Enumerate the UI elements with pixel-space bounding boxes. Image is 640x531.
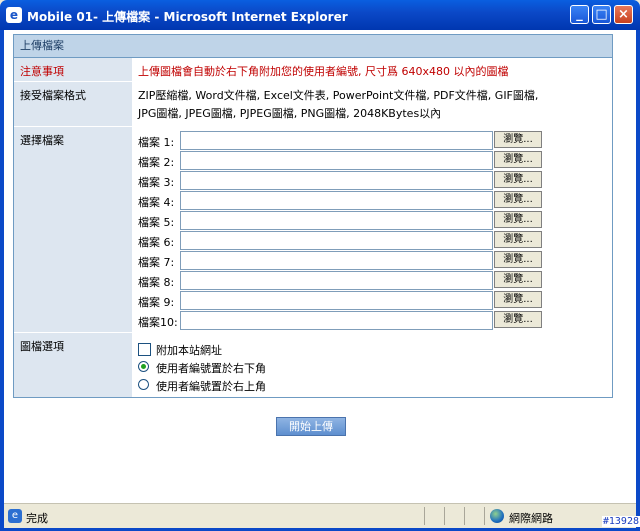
status-divider <box>464 507 465 525</box>
file-input-3[interactable] <box>180 171 493 190</box>
zone-text: 網際網路 <box>509 512 553 525</box>
top-right-radio[interactable] <box>138 379 149 390</box>
file-label: 檔案 3: <box>138 176 175 189</box>
internet-zone-icon <box>490 509 504 523</box>
file-label: 檔案 1: <box>138 136 175 149</box>
window-title: Mobile 01- 上傳檔案 - Microsoft Internet Exp… <box>27 10 348 24</box>
browse-button-2[interactable]: 瀏覽... <box>494 151 542 168</box>
accepted-formats-row: 接受檔案格式 ZIP壓縮檔, Word文件檔, Excel文件表, PowerP… <box>14 82 612 126</box>
file-input-5[interactable] <box>180 211 493 230</box>
image-options-row: 圖檔選項 附加本站網址 使用者編號置於右下角 使用者編號置於右上角 <box>14 333 612 397</box>
file-label: 檔案 4: <box>138 196 175 209</box>
image-options: 附加本站網址 使用者編號置於右下角 使用者編號置於右上角 <box>132 333 612 397</box>
page-content: 上傳檔案 注意事項 上傳圖檔會自動於右下角附加您的使用者編號, 尺寸爲 640x… <box>4 30 636 503</box>
top-right-label: 使用者編號置於右上角 <box>156 380 266 393</box>
add-site-url-label: 附加本站網址 <box>156 344 222 357</box>
notice-row: 注意事項 上傳圖檔會自動於右下角附加您的使用者編號, 尺寸爲 640x480 以… <box>14 58 612 81</box>
title-bar: e Mobile 01- 上傳檔案 - Microsoft Internet E… <box>0 0 640 30</box>
bottom-right-label: 使用者編號置於右下角 <box>156 362 266 375</box>
file-input-4[interactable] <box>180 191 493 210</box>
file-input-9[interactable] <box>180 291 493 310</box>
file-input-2[interactable] <box>180 151 493 170</box>
choose-files-label: 選擇檔案 <box>14 127 132 332</box>
add-site-url-checkbox[interactable] <box>138 343 151 356</box>
file-input-1[interactable] <box>180 131 493 150</box>
status-divider <box>484 507 485 525</box>
file-input-10[interactable] <box>180 311 493 330</box>
bottom-right-radio[interactable] <box>138 361 149 372</box>
file-label: 檔案 7: <box>138 256 175 269</box>
browse-button-3[interactable]: 瀏覽... <box>494 171 542 188</box>
accepted-formats-line-2: JPG圖檔, JPEG圖檔, PJPEG圖檔, PNG圖檔, 2048KByte… <box>138 107 442 120</box>
file-input-6[interactable] <box>180 231 493 250</box>
browse-button-10[interactable]: 瀏覽... <box>494 311 542 328</box>
file-input-7[interactable] <box>180 251 493 270</box>
browse-button-7[interactable]: 瀏覽... <box>494 251 542 268</box>
status-divider <box>444 507 445 525</box>
file-label: 檔案 6: <box>138 236 175 249</box>
notice-label: 注意事項 <box>14 58 132 81</box>
file-label: 檔案 9: <box>138 296 175 309</box>
status-divider <box>424 507 425 525</box>
choose-files-row: 選擇檔案 檔案 1: 瀏覽... 檔案 2: 瀏覽... 檔案 3: 瀏覽... <box>14 127 612 332</box>
file-label: 檔案 2: <box>138 156 175 169</box>
page-done-icon: e <box>8 509 22 523</box>
browse-button-8[interactable]: 瀏覽... <box>494 271 542 288</box>
accepted-formats-value: ZIP壓縮檔, Word文件檔, Excel文件表, PowerPoint文件檔… <box>132 82 612 126</box>
upload-panel: 上傳檔案 注意事項 上傳圖檔會自動於右下角附加您的使用者編號, 尺寸爲 640x… <box>13 34 613 398</box>
browse-button-1[interactable]: 瀏覽... <box>494 131 542 148</box>
status-text: 完成 <box>26 512 48 525</box>
image-options-label: 圖檔選項 <box>14 333 132 397</box>
file-label: 檔案 5: <box>138 216 175 229</box>
accepted-formats-label: 接受檔案格式 <box>14 82 132 126</box>
file-label: 檔案10: <box>138 316 178 329</box>
ie-icon: e <box>6 7 22 23</box>
browse-button-9[interactable]: 瀏覽... <box>494 291 542 308</box>
browse-button-5[interactable]: 瀏覽... <box>494 211 542 228</box>
close-button[interactable]: × <box>614 5 633 24</box>
browse-button-6[interactable]: 瀏覽... <box>494 231 542 248</box>
browse-button-4[interactable]: 瀏覽... <box>494 191 542 208</box>
maximize-button[interactable]: □ <box>592 5 611 24</box>
file-label: 檔案 8: <box>138 276 175 289</box>
start-upload-button[interactable]: 開始上傳 <box>276 417 346 436</box>
panel-header: 上傳檔案 <box>14 35 612 58</box>
file-input-8[interactable] <box>180 271 493 290</box>
notice-text: 上傳圖檔會自動於右下角附加您的使用者編號, 尺寸爲 640x480 以內的圖檔 <box>138 65 509 78</box>
status-bar: e 完成 網際網路 <box>4 503 636 528</box>
minimize-button[interactable]: _ <box>570 5 589 24</box>
accepted-formats-line-1: ZIP壓縮檔, Word文件檔, Excel文件表, PowerPoint文件檔… <box>138 89 539 102</box>
watermark-id: #13928 <box>601 516 640 527</box>
file-list: 檔案 1: 瀏覽... 檔案 2: 瀏覽... 檔案 3: 瀏覽... 檔案 4… <box>132 127 612 332</box>
